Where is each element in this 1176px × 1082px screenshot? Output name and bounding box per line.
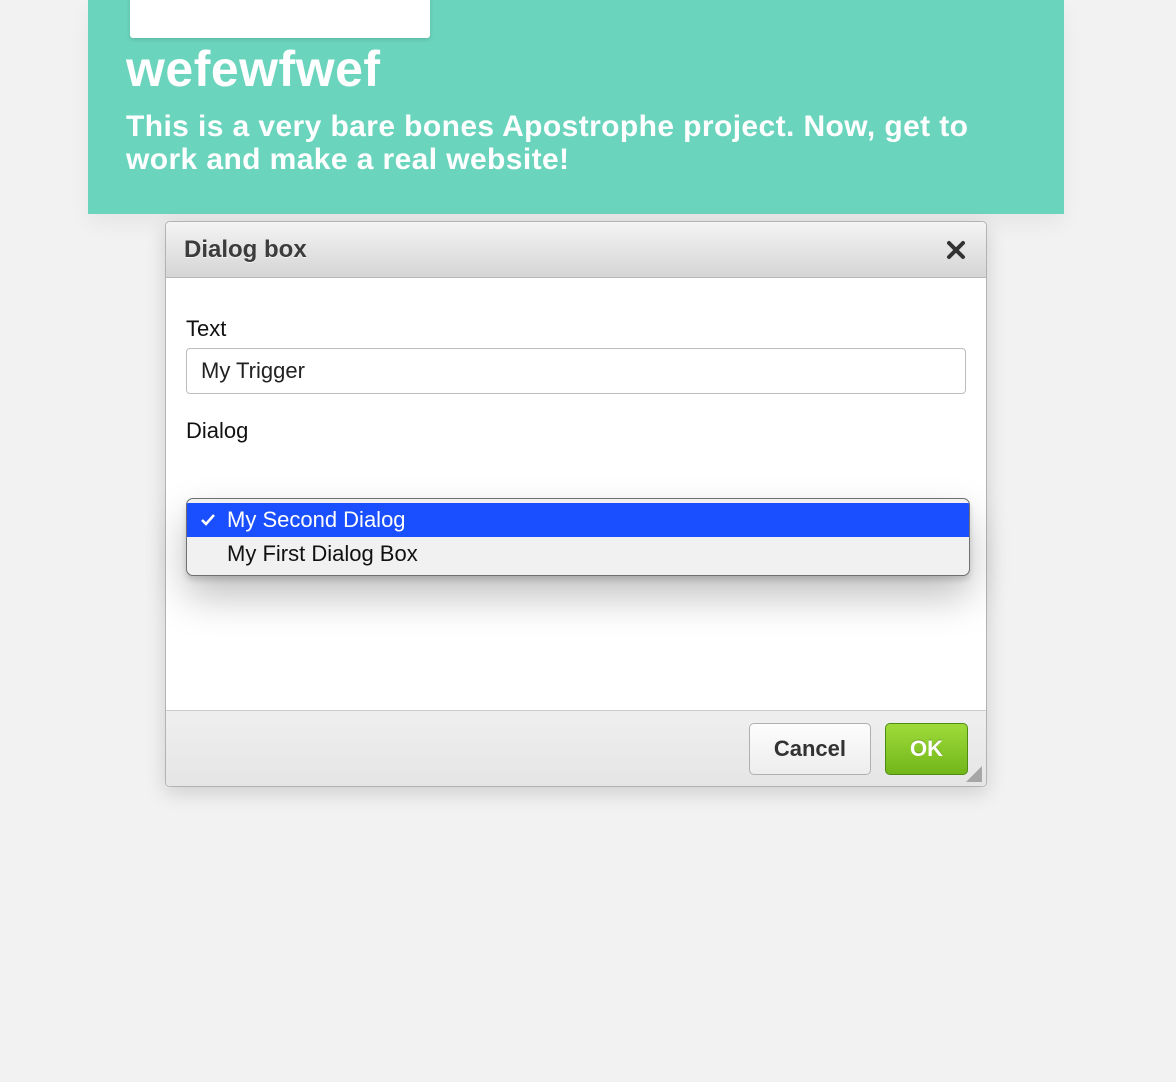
dialog-header: Dialog box	[166, 222, 986, 278]
dialog-box: Dialog box Text Dialog My Second Dialog	[165, 221, 987, 787]
text-field-label: Text	[186, 316, 966, 342]
ok-button[interactable]: OK	[885, 723, 968, 775]
page-subtitle: This is a very bare bones Apostrophe pro…	[126, 110, 1006, 176]
dropdown-option-0[interactable]: My Second Dialog	[187, 503, 969, 537]
dropdown-option-1[interactable]: My First Dialog Box	[187, 537, 969, 571]
text-field-input[interactable]	[186, 348, 966, 394]
dialog-body: Text Dialog My Second Dialog My First Di…	[166, 278, 986, 710]
cancel-button[interactable]: Cancel	[749, 723, 871, 775]
dialog-footer: Cancel OK	[166, 710, 986, 786]
page-title: wefewfwef	[126, 40, 381, 98]
check-icon	[199, 511, 217, 529]
dialog-select-group: Dialog	[186, 418, 966, 444]
resize-handle[interactable]	[966, 766, 982, 782]
rich-text-toolbar: B I	[130, 0, 430, 38]
dropdown-option-label: My Second Dialog	[227, 507, 406, 533]
dialog-select-dropdown[interactable]: My Second Dialog My First Dialog Box	[186, 498, 970, 576]
text-field-group: Text	[186, 316, 966, 394]
dialog-select-label: Dialog	[186, 418, 966, 444]
close-icon[interactable]	[944, 238, 968, 262]
dialog-title: Dialog box	[184, 236, 307, 264]
dropdown-option-label: My First Dialog Box	[227, 541, 418, 567]
